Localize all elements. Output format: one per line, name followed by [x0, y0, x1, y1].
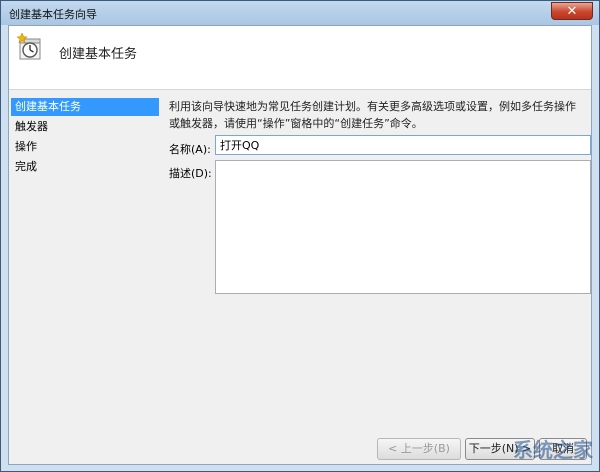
title-bar[interactable]: 创建基本任务向导 ✕ — [1, 1, 599, 25]
wizard-window: 创建基本任务向导 ✕ 创建基本任务 创建基本任务 触发器 操作 完成 利用该向导… — [0, 0, 600, 472]
watermark-logo: 系统之家 — [513, 438, 593, 462]
step-item-finish[interactable]: 完成 — [11, 158, 159, 176]
step-item-trigger[interactable]: 触发器 — [11, 118, 159, 136]
wizard-header: 创建基本任务 — [9, 26, 591, 90]
close-button[interactable]: ✕ — [551, 2, 593, 20]
close-icon: ✕ — [566, 4, 578, 19]
task-scheduler-clock-icon — [17, 33, 41, 60]
window-title: 创建基本任务向导 — [9, 8, 97, 21]
task-description-input[interactable] — [215, 160, 591, 294]
wizard-content: 利用该向导快速地为常见任务创建计划。有关更多高级选项或设置，例如多任务操作或触发… — [169, 90, 591, 390]
page-title: 创建基本任务 — [59, 47, 138, 62]
name-label: 名称(A): — [169, 143, 211, 156]
wizard-step-list: 创建基本任务 触发器 操作 完成 — [9, 90, 161, 390]
step-item-create-basic-task[interactable]: 创建基本任务 — [11, 98, 159, 116]
wizard-client-area: 创建基本任务 创建基本任务 触发器 操作 完成 利用该向导快速地为常见任务创建计… — [8, 25, 592, 465]
description-label: 描述(D): — [169, 167, 212, 180]
task-name-input[interactable] — [215, 135, 591, 155]
step-item-action[interactable]: 操作 — [11, 138, 159, 156]
wizard-description: 利用该向导快速地为常见任务创建计划。有关更多高级选项或设置，例如多任务操作或触发… — [169, 100, 576, 130]
